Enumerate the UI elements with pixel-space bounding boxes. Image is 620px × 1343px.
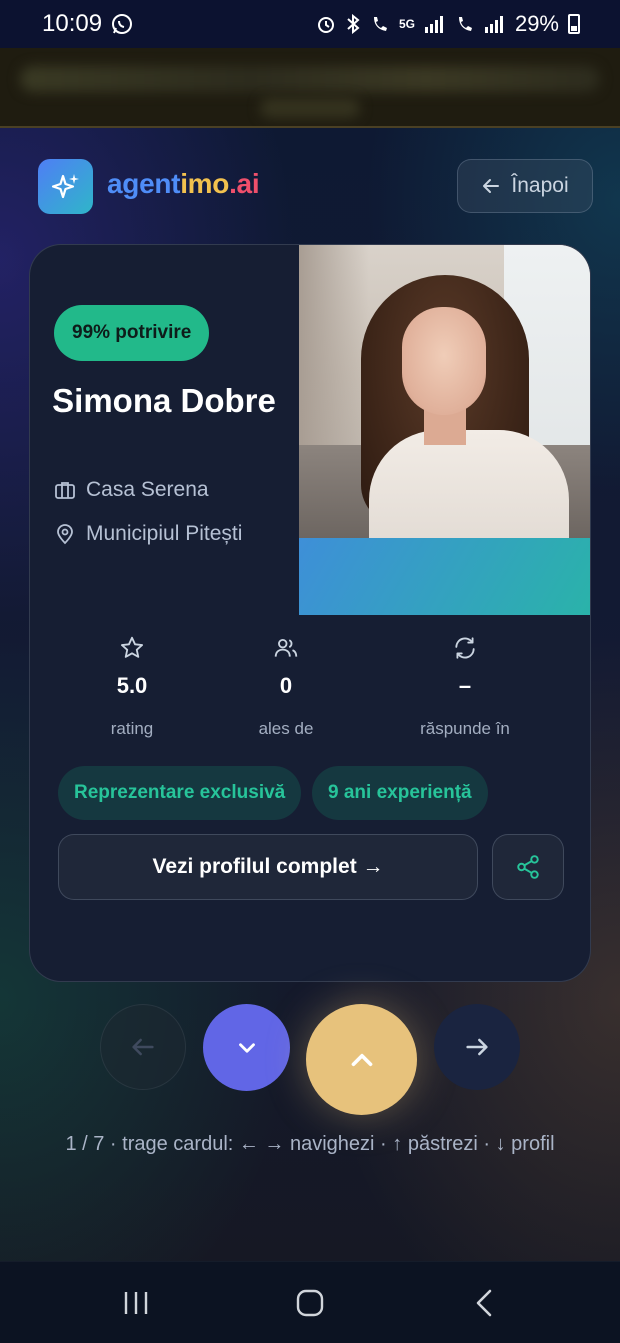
signal-icon bbox=[424, 16, 443, 33]
photo-footer-gradient bbox=[299, 538, 590, 615]
arrow-left-icon bbox=[132, 1038, 154, 1056]
chosen-by-value: 0 bbox=[279, 673, 293, 698]
chevron-up-icon bbox=[351, 1053, 372, 1066]
tag-exclusive: Reprezentare exclusivă bbox=[58, 766, 302, 820]
brand-name[interactable]: agentimo.ai bbox=[107, 168, 260, 200]
logo-icon[interactable] bbox=[38, 159, 93, 214]
agent-photo bbox=[299, 245, 590, 615]
city-row: Municipiul Pitești bbox=[54, 522, 242, 546]
users-icon bbox=[274, 638, 298, 657]
chosen-by-label: ales de bbox=[258, 719, 314, 738]
chevron-down-icon bbox=[238, 1042, 255, 1053]
notification-banner[interactable] bbox=[0, 48, 620, 128]
stat-response-time: – răspunde în bbox=[390, 635, 540, 739]
swipe-hint: 1 / 7 · trage cardul: ← → navighezi · ↑ … bbox=[65, 1133, 555, 1155]
system-nav-bar bbox=[0, 1261, 620, 1343]
recent-apps-button[interactable] bbox=[118, 1282, 154, 1324]
blurred-text bbox=[260, 98, 360, 118]
rating-label: rating bbox=[110, 719, 154, 738]
open-profile-button[interactable] bbox=[203, 1004, 290, 1091]
recent-apps-icon bbox=[124, 1292, 148, 1314]
star-icon bbox=[121, 636, 143, 658]
tag-experience: 9 ani experiență bbox=[312, 766, 488, 820]
next-button[interactable] bbox=[434, 1004, 520, 1090]
share-icon bbox=[517, 855, 539, 879]
share-button[interactable] bbox=[492, 834, 564, 900]
sparkle-icon bbox=[51, 173, 79, 198]
rating-value: 5.0 bbox=[116, 673, 148, 698]
battery-percent: 29% bbox=[514, 11, 559, 36]
arrow-left-icon bbox=[483, 179, 500, 193]
agent-card[interactable]: 99% potrivire Simona Dobre Casa Serena M… bbox=[29, 244, 591, 982]
whatsapp-icon bbox=[112, 14, 133, 34]
signal-sim2-icon bbox=[484, 16, 503, 33]
home-button[interactable] bbox=[290, 1282, 330, 1324]
call-sim2-icon bbox=[458, 17, 472, 31]
refresh-icon bbox=[455, 637, 475, 659]
bluetooth-icon bbox=[347, 14, 360, 34]
map-pin-icon bbox=[57, 524, 73, 545]
back-button[interactable]: Înapoi bbox=[457, 159, 593, 213]
arrow-right-icon bbox=[466, 1038, 488, 1056]
home-icon bbox=[296, 1289, 324, 1317]
response-time-label: răspunde în bbox=[420, 719, 510, 738]
agency-row: Casa Serena bbox=[54, 478, 209, 502]
previous-button[interactable] bbox=[100, 1004, 186, 1090]
network-type: 5G bbox=[398, 17, 415, 31]
view-profile-button[interactable]: Vezi profilul complet → bbox=[58, 834, 478, 900]
stat-rating: 5.0 rating bbox=[57, 635, 207, 739]
keep-button[interactable] bbox=[306, 1004, 417, 1115]
back-button-label: Înapoi bbox=[511, 174, 569, 197]
match-badge: 99% potrivire bbox=[54, 305, 210, 361]
response-time-value: – bbox=[458, 673, 472, 698]
back-icon bbox=[476, 1289, 492, 1317]
stats-row: 5.0 rating 0 ales de – răspunde în bbox=[30, 635, 590, 745]
wifi-call-icon bbox=[373, 17, 387, 31]
blurred-text bbox=[20, 66, 600, 92]
stat-chosen-by: 0 ales de bbox=[211, 635, 361, 739]
alarm-icon bbox=[317, 17, 334, 33]
back-nav-button[interactable] bbox=[466, 1282, 502, 1324]
city-name: Municipiul Pitești bbox=[86, 522, 243, 545]
agent-name: Simona Dobre bbox=[52, 382, 276, 419]
status-bar: 10:09 5G 29% bbox=[0, 0, 620, 48]
briefcase-icon bbox=[55, 482, 75, 499]
battery-icon bbox=[568, 14, 580, 34]
agency-name: Casa Serena bbox=[86, 478, 209, 501]
clock: 10:09 bbox=[42, 10, 103, 37]
